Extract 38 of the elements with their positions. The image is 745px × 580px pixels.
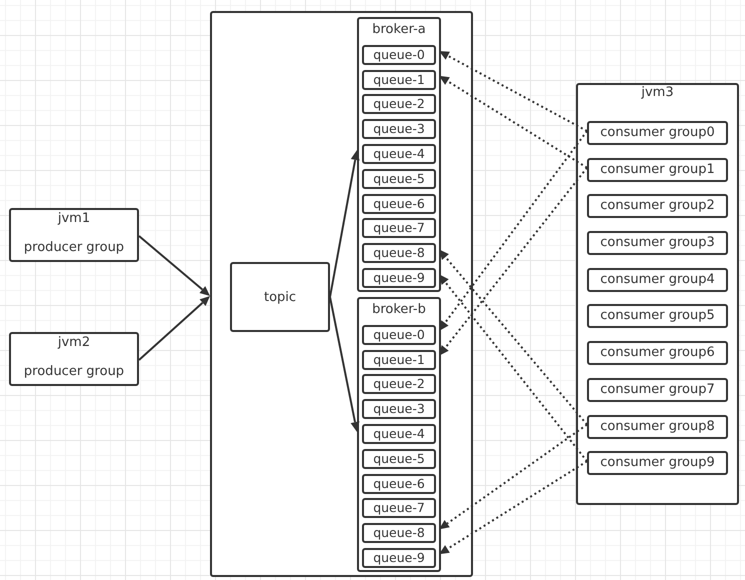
consumer-group-node: consumer group9 [587, 451, 728, 476]
consumer-group-node: consumer group3 [587, 231, 728, 256]
queue-node: queue-4 [362, 424, 436, 444]
queue-node: queue-8 [362, 243, 436, 264]
broker-title: broker-a [372, 21, 426, 39]
queue-node: queue-8 [362, 523, 436, 544]
consumer-group-node: consumer group1 [587, 158, 728, 182]
consumer-group-node: consumer group2 [587, 194, 728, 218]
consumer-group-node: consumer group4 [587, 268, 728, 292]
jvm-title: jvm3 [641, 85, 674, 102]
queue-node: queue-0 [362, 44, 436, 65]
queue-node: queue-4 [362, 144, 436, 164]
queue-node: queue-5 [362, 448, 436, 469]
broker-title: broker-b [372, 301, 426, 319]
queue-node: queue-9 [362, 548, 436, 568]
consumer-group-node: consumer group0 [587, 121, 728, 145]
consumer-group-node: consumer group7 [587, 378, 728, 402]
queue-node: queue-0 [362, 324, 436, 345]
queue-node: queue-3 [362, 119, 436, 140]
consumer-group-node: consumer group5 [587, 304, 728, 328]
queue-node: queue-3 [362, 399, 436, 420]
jvm-label: jvm1 [58, 210, 90, 228]
consumer-group-node: consumer group6 [587, 341, 728, 366]
producer-label: producer group [24, 239, 124, 257]
queue-node: queue-7 [362, 218, 436, 238]
queue-node: queue-5 [362, 168, 436, 189]
queue-node: queue-1 [362, 350, 436, 370]
queue-node: queue-1 [362, 70, 436, 90]
queue-node: queue-2 [362, 94, 436, 114]
queue-node: queue-2 [362, 374, 436, 394]
consumer-group-node: consumer group8 [587, 414, 728, 438]
producer-label: producer group [24, 363, 124, 381]
jvm-label: jvm2 [58, 334, 90, 352]
queue-node: queue-7 [362, 498, 436, 518]
queue-node: queue-6 [362, 474, 436, 494]
queue-node: queue-9 [362, 268, 436, 288]
topic-node: topic [230, 262, 330, 332]
queue-node: queue-6 [362, 194, 436, 214]
